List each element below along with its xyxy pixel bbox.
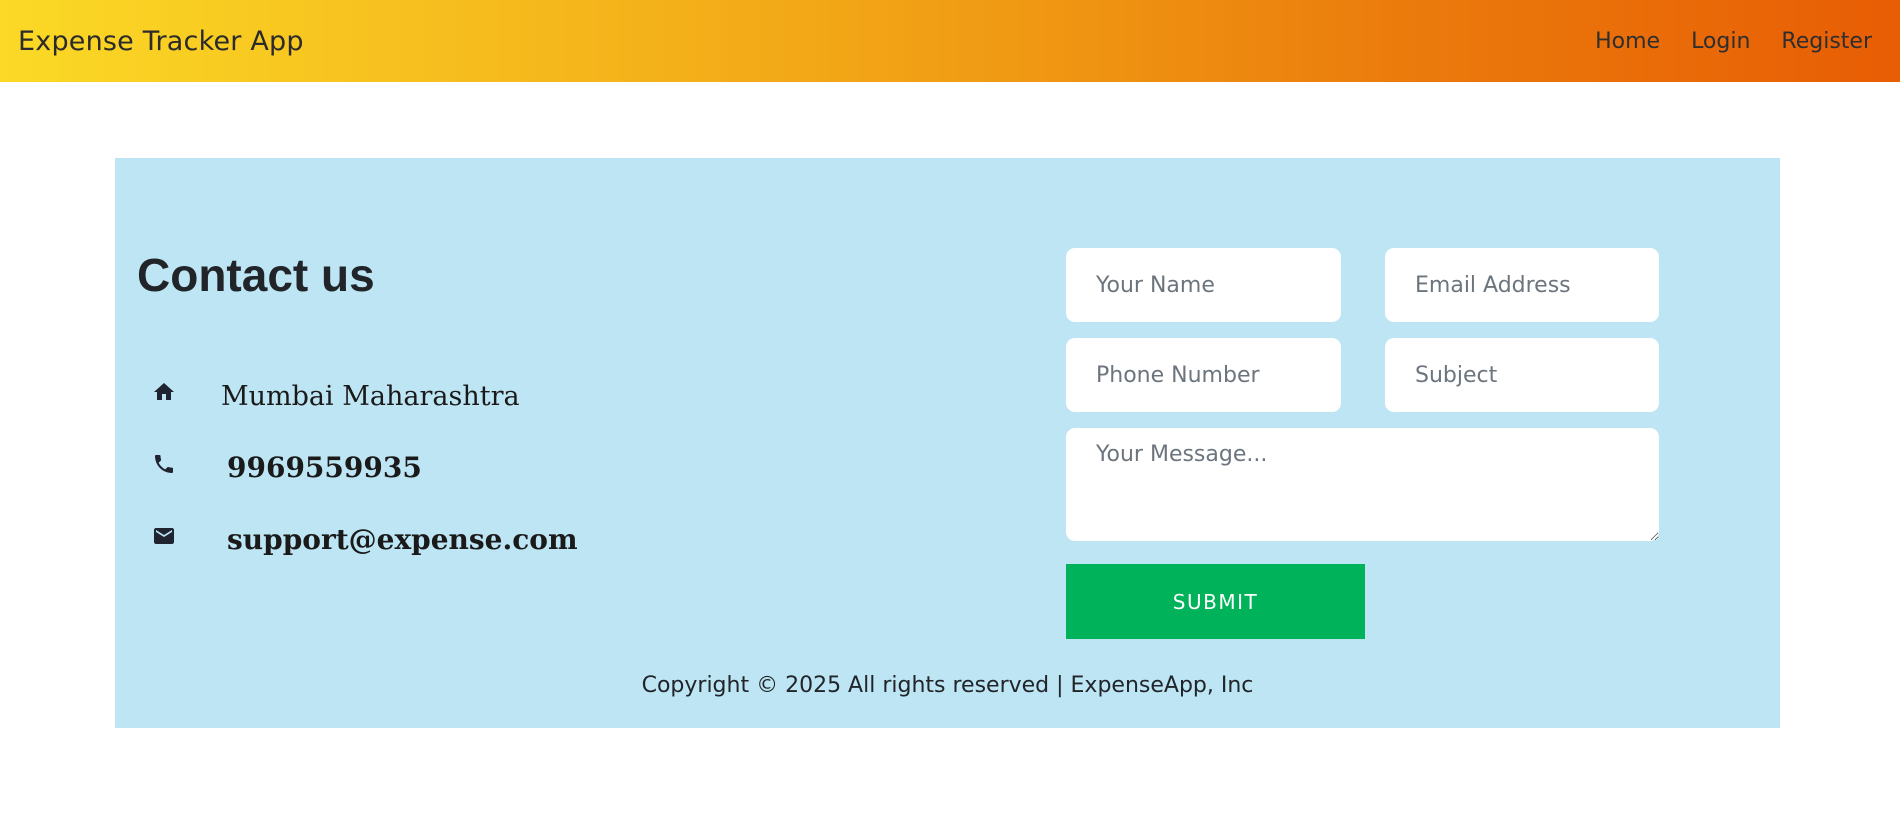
brand-link[interactable]: Expense Tracker App (18, 26, 304, 57)
message-textarea[interactable] (1066, 428, 1659, 541)
navbar: Expense Tracker App Home Login Register (0, 0, 1900, 82)
address-text: Mumbai Maharashtra (221, 381, 520, 412)
submit-button[interactable]: SUBMIT (1066, 564, 1365, 639)
subject-input[interactable] (1385, 338, 1659, 412)
nav-link-home[interactable]: Home (1595, 29, 1660, 54)
nav-link-register[interactable]: Register (1781, 29, 1872, 54)
phone-text: 9969559935 (227, 451, 422, 484)
phone-input[interactable] (1066, 338, 1341, 412)
name-input[interactable] (1066, 248, 1341, 322)
contact-section: Contact us Mumbai Maharashtra 9969559935… (115, 158, 1780, 728)
copyright-text: Copyright © 2025 All rights reserved | E… (641, 673, 1254, 698)
mail-icon (151, 523, 177, 549)
nav-links: Home Login Register (1595, 29, 1882, 54)
email-text: support@expense.com (227, 523, 578, 556)
contact-title: Contact us (137, 249, 375, 301)
phone-row: 9969559935 (151, 443, 422, 484)
phone-icon (151, 451, 177, 477)
home-icon (151, 379, 177, 405)
email-row: support@expense.com (151, 515, 578, 556)
nav-link-login[interactable]: Login (1691, 29, 1750, 54)
address-row: Mumbai Maharashtra (151, 371, 520, 412)
email-input[interactable] (1385, 248, 1659, 322)
